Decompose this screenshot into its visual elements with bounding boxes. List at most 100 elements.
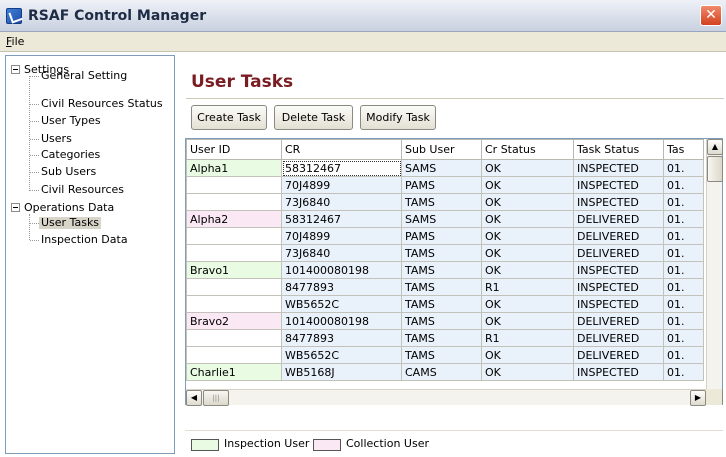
cell-tas[interactable]: 01. bbox=[663, 210, 704, 228]
cell-tas[interactable]: 01. bbox=[663, 176, 704, 194]
cell-sub-user[interactable]: TAMS bbox=[401, 261, 482, 279]
cell-task-status[interactable]: INSPECTED bbox=[573, 261, 664, 279]
cell-cr-status[interactable]: R1 bbox=[481, 329, 574, 347]
tree-item-civil-resources[interactable]: Civil Resources bbox=[41, 184, 124, 196]
cell-sub-user[interactable]: SAMS bbox=[401, 159, 482, 177]
column-header-task-status[interactable]: Task Status bbox=[573, 139, 664, 160]
cell-cr-status[interactable]: OK bbox=[481, 176, 574, 194]
cell-tas[interactable]: 01. bbox=[663, 363, 704, 381]
modify-task-button[interactable]: Modify Task bbox=[360, 105, 436, 130]
scroll-up-icon[interactable]: ▲ bbox=[707, 139, 723, 155]
cell-task-status[interactable]: DELIVERED bbox=[573, 346, 664, 364]
cell-user-id[interactable] bbox=[186, 193, 282, 211]
vertical-scroll-thumb[interactable] bbox=[707, 156, 723, 182]
table-row[interactable]: Charlie1 WB5168J CAMS OK INSPECTED 01. bbox=[186, 363, 704, 381]
cell-tas[interactable]: 01. bbox=[663, 295, 704, 313]
cell-task-status[interactable]: INSPECTED bbox=[573, 295, 664, 313]
cell-task-status[interactable]: DELIVERED bbox=[573, 329, 664, 347]
table-row[interactable]: 73J6840 TAMS OK DELIVERED 01. bbox=[186, 244, 704, 262]
cell-sub-user[interactable]: TAMS bbox=[401, 346, 482, 364]
close-button[interactable]: ✕ bbox=[700, 5, 722, 26]
cell-sub-user[interactable]: PAMS bbox=[401, 227, 482, 245]
tree-item-categories[interactable]: Categories bbox=[41, 149, 100, 161]
cell-cr-status[interactable]: R1 bbox=[481, 278, 574, 296]
cell-tas[interactable]: 01. bbox=[663, 346, 704, 364]
horizontal-scroll-thumb[interactable]: ||| bbox=[203, 390, 229, 406]
cell-cr[interactable]: 58312467 bbox=[281, 210, 402, 228]
cell-task-status[interactable]: DELIVERED bbox=[573, 210, 664, 228]
cell-user-id[interactable]: Bravo1 bbox=[186, 261, 282, 279]
create-task-button[interactable]: Create Task bbox=[191, 105, 267, 130]
cell-task-status[interactable]: INSPECTED bbox=[573, 278, 664, 296]
cell-cr[interactable]: 70J4899 bbox=[281, 176, 402, 194]
cell-user-id[interactable] bbox=[186, 295, 282, 313]
column-header-cr[interactable]: CR bbox=[281, 139, 402, 160]
column-header-tas[interactable]: Tas bbox=[663, 139, 704, 160]
cell-cr[interactable]: 73J6840 bbox=[281, 244, 402, 262]
cell-cr-status[interactable]: OK bbox=[481, 363, 574, 381]
cell-cr-status[interactable]: OK bbox=[481, 159, 574, 177]
cell-cr[interactable]: 101400080198 bbox=[281, 312, 402, 330]
scroll-right-icon[interactable]: ▶ bbox=[690, 390, 706, 406]
cell-tas[interactable]: 01. bbox=[663, 312, 704, 330]
tree-item-general-setting[interactable]: General Setting bbox=[41, 70, 127, 82]
cell-cr-status[interactable]: OK bbox=[481, 227, 574, 245]
cell-sub-user[interactable]: PAMS bbox=[401, 176, 482, 194]
menu-file[interactable]: File bbox=[6, 35, 24, 48]
cell-cr[interactable]: WB5652C bbox=[281, 295, 402, 313]
scroll-left-icon[interactable]: ◀ bbox=[186, 390, 202, 406]
cell-task-status[interactable]: DELIVERED bbox=[573, 227, 664, 245]
collapse-settings-icon[interactable] bbox=[11, 65, 20, 74]
cell-sub-user[interactable]: TAMS bbox=[401, 295, 482, 313]
tree-item-user-types[interactable]: User Types bbox=[41, 115, 101, 127]
cell-task-status[interactable]: INSPECTED bbox=[573, 176, 664, 194]
table-row[interactable]: 70J4899 PAMS OK DELIVERED 01. bbox=[186, 227, 704, 245]
tree-item-sub-users[interactable]: Sub Users bbox=[41, 166, 96, 178]
cell-cr[interactable]: WB5168J bbox=[281, 363, 402, 381]
cell-tas[interactable]: 01. bbox=[663, 193, 704, 211]
tree-item-users[interactable]: Users bbox=[41, 133, 72, 145]
collapse-operations-icon[interactable] bbox=[11, 203, 20, 212]
cell-cr[interactable]: 101400080198 bbox=[281, 261, 402, 279]
cell-user-id[interactable] bbox=[186, 329, 282, 347]
cell-cr-status[interactable]: OK bbox=[481, 295, 574, 313]
tree-node-operations-data[interactable]: Operations Data bbox=[24, 202, 114, 214]
cell-cr[interactable]: 8477893 bbox=[281, 329, 402, 347]
cell-user-id[interactable] bbox=[186, 176, 282, 194]
column-header-cr-status[interactable]: Cr Status bbox=[481, 139, 574, 160]
cell-sub-user[interactable]: TAMS bbox=[401, 312, 482, 330]
table-row[interactable]: Alpha2 58312467 SAMS OK DELIVERED 01. bbox=[186, 210, 704, 228]
cell-cr-status[interactable]: OK bbox=[481, 312, 574, 330]
cell-sub-user[interactable]: TAMS bbox=[401, 329, 482, 347]
cell-user-id[interactable]: Alpha2 bbox=[186, 210, 282, 228]
cell-tas[interactable]: 01. bbox=[663, 244, 704, 262]
cell-tas[interactable]: 01. bbox=[663, 261, 704, 279]
cell-task-status[interactable]: DELIVERED bbox=[573, 244, 664, 262]
cell-cr-status[interactable]: OK bbox=[481, 210, 574, 228]
tree-item-civil-resources-status[interactable]: Civil Resources Status bbox=[41, 98, 163, 110]
cell-task-status[interactable]: INSPECTED bbox=[573, 363, 664, 381]
cell-user-id[interactable]: Bravo2 bbox=[186, 312, 282, 330]
cell-cr[interactable]: 70J4899 bbox=[281, 227, 402, 245]
cell-tas[interactable]: 01. bbox=[663, 329, 704, 347]
cell-cr-status[interactable]: OK bbox=[481, 346, 574, 364]
cell-cr[interactable]: 73J6840 bbox=[281, 193, 402, 211]
table-row[interactable]: Bravo1 101400080198 TAMS OK INSPECTED 01. bbox=[186, 261, 704, 279]
cell-cr[interactable]: WB5652C bbox=[281, 346, 402, 364]
cell-user-id[interactable] bbox=[186, 278, 282, 296]
table-row[interactable]: 73J6840 TAMS OK INSPECTED 01. bbox=[186, 193, 704, 211]
cell-sub-user[interactable]: CAMS bbox=[401, 363, 482, 381]
table-row[interactable]: 8477893 TAMS R1 DELIVERED 01. bbox=[186, 329, 704, 347]
cell-user-id[interactable] bbox=[186, 227, 282, 245]
table-row[interactable]: 8477893 TAMS R1 INSPECTED 01. bbox=[186, 278, 704, 296]
cell-user-id[interactable]: Alpha1 bbox=[186, 159, 282, 177]
cell-user-id[interactable]: Charlie1 bbox=[186, 363, 282, 381]
cell-sub-user[interactable]: SAMS bbox=[401, 210, 482, 228]
cell-user-id[interactable] bbox=[186, 346, 282, 364]
cell-tas[interactable]: 01. bbox=[663, 159, 704, 177]
cell-user-id[interactable] bbox=[186, 244, 282, 262]
column-header-sub-user[interactable]: Sub User bbox=[401, 139, 482, 160]
table-row[interactable]: 70J4899 PAMS OK INSPECTED 01. bbox=[186, 176, 704, 194]
cell-cr-status[interactable]: OK bbox=[481, 261, 574, 279]
cell-cr[interactable]: 58312467 bbox=[281, 159, 402, 177]
